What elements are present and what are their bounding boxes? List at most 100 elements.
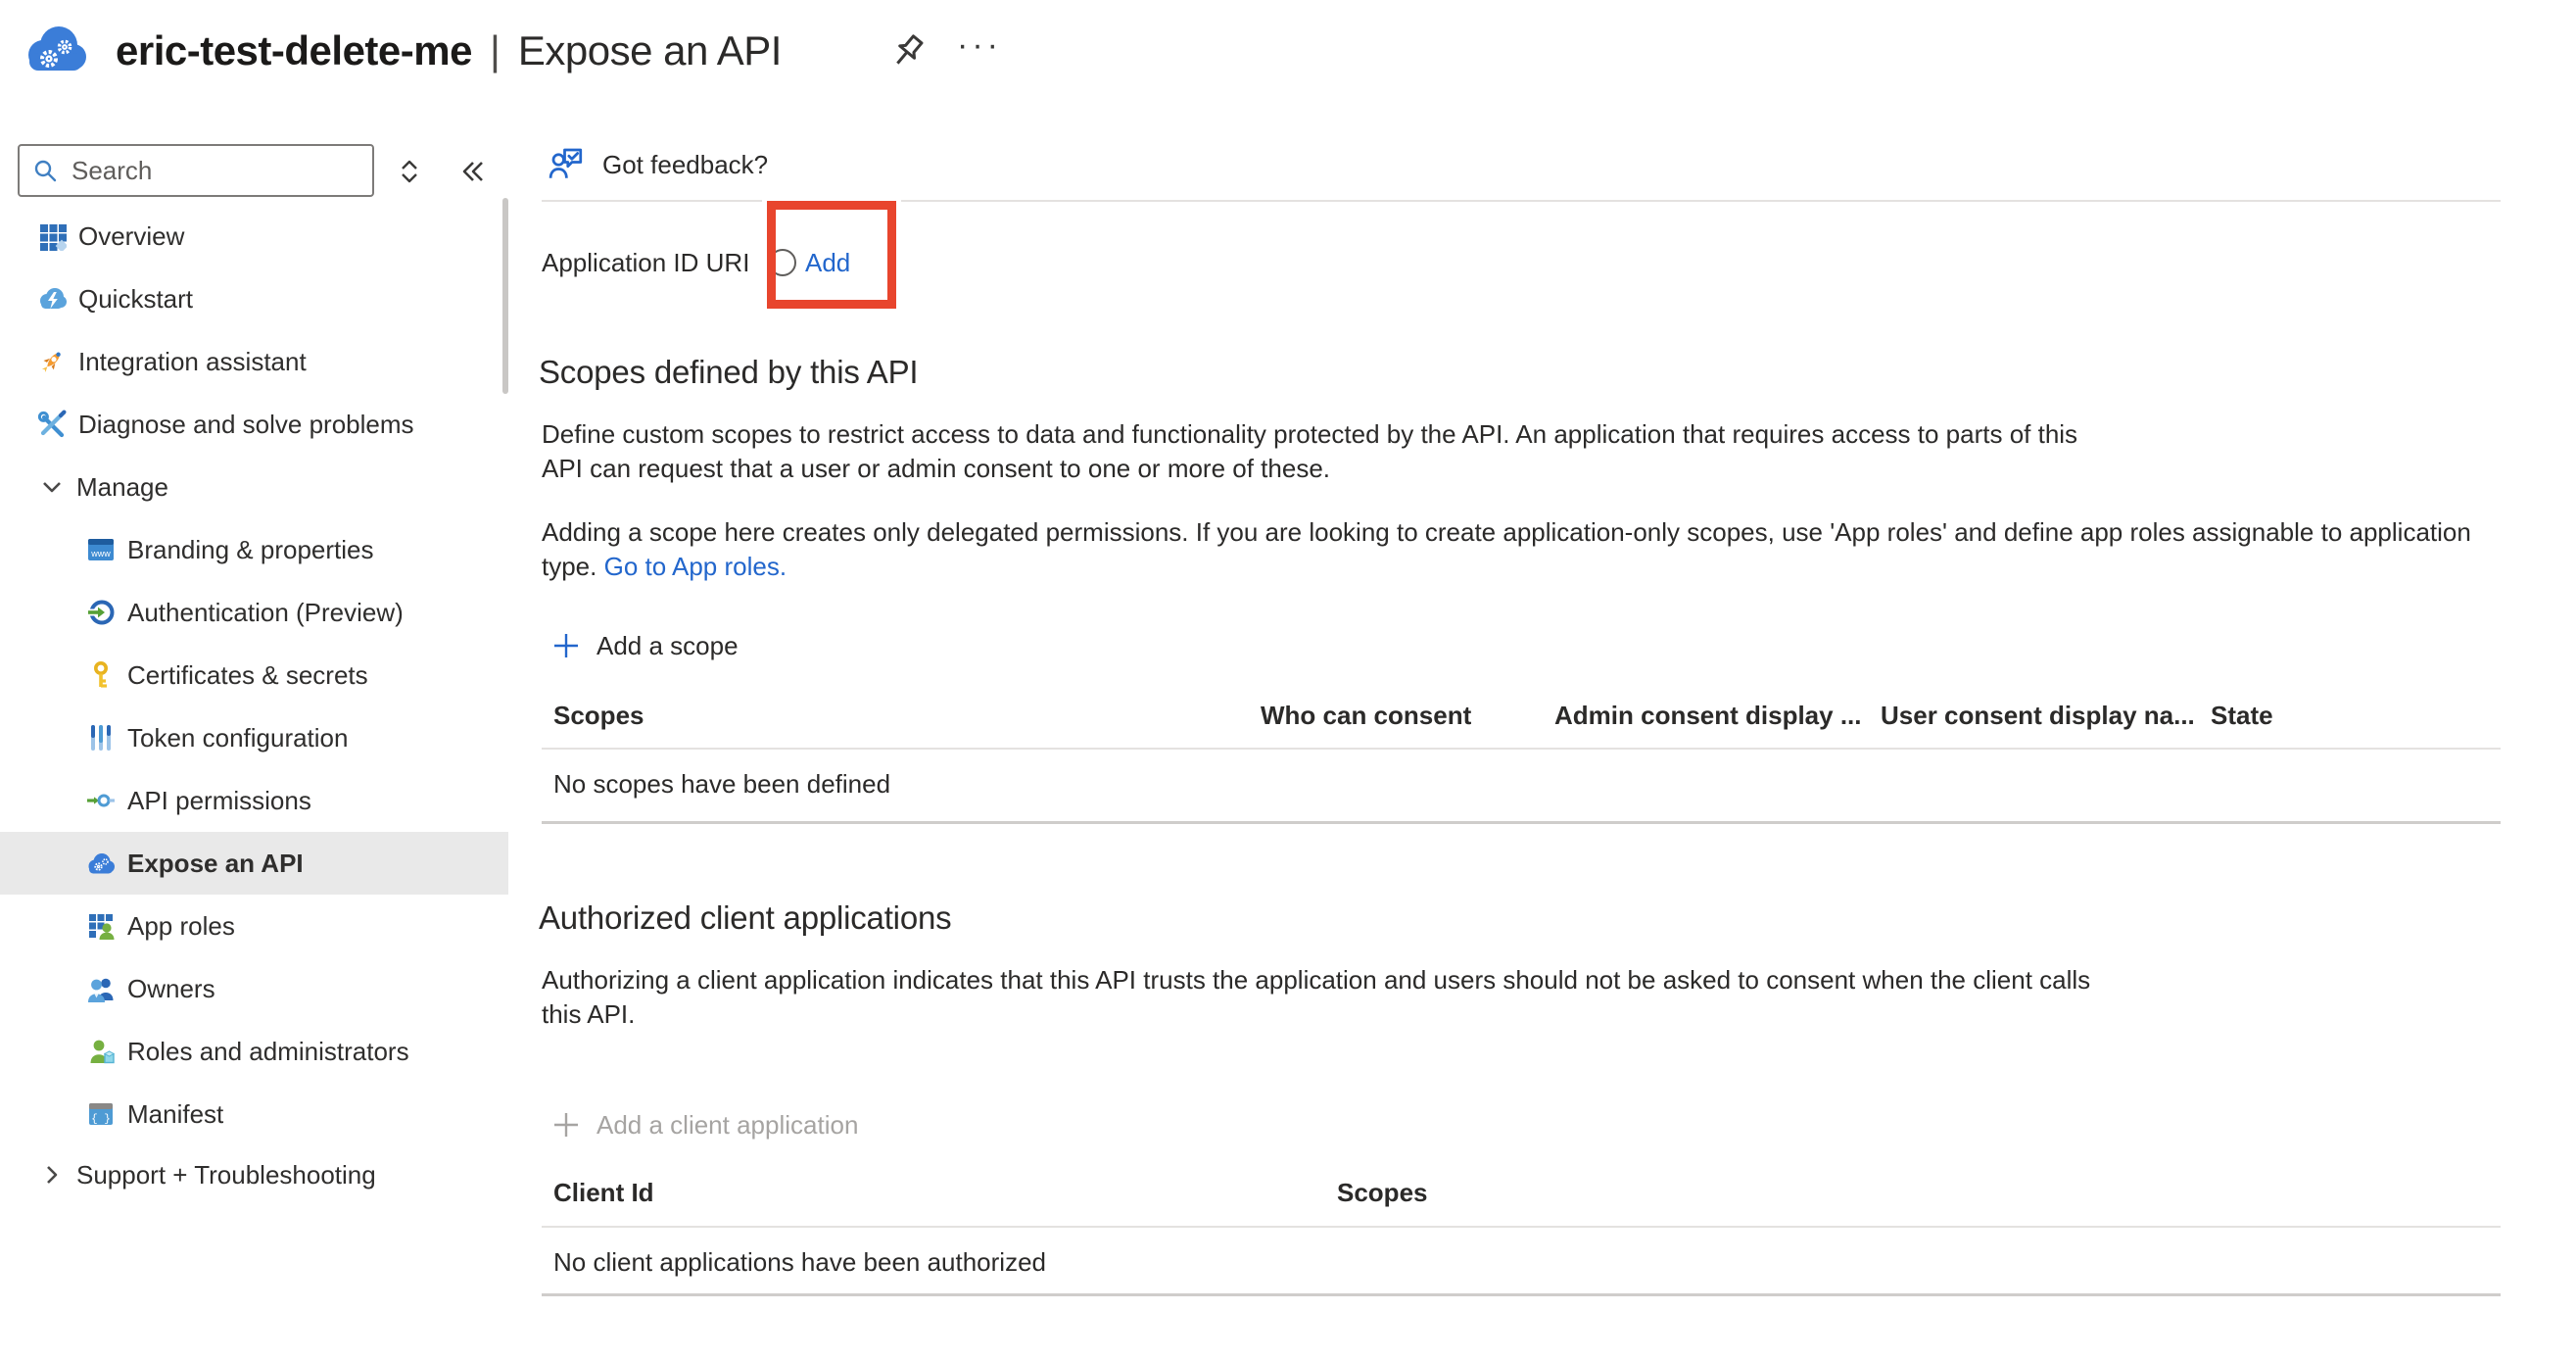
app-name: eric-test-delete-me	[116, 27, 472, 74]
column-header-client-id[interactable]: Client Id	[542, 1178, 1337, 1208]
chevron-right-icon	[37, 1160, 67, 1190]
sidebar-item-label: Expose an API	[127, 849, 304, 879]
sidebar-item-api-permissions[interactable]: API permissions	[0, 769, 508, 832]
sidebar-search[interactable]	[18, 144, 374, 197]
sidebar-item-label: Quickstart	[78, 284, 193, 315]
sidebar-item-token-configuration[interactable]: Token configuration	[0, 706, 508, 769]
sidebar-item-roles-administrators[interactable]: Roles and administrators	[0, 1020, 508, 1083]
sidebar-item-label: Overview	[78, 221, 184, 252]
chevron-down-icon	[37, 472, 67, 502]
add-a-client-application-label: Add a client application	[596, 1110, 858, 1141]
sidebar-item-integration-assistant[interactable]: Integration assistant	[0, 330, 508, 393]
expand-collapse-all-icon[interactable]	[390, 152, 429, 191]
expose-api-icon	[86, 849, 116, 878]
sidebar-item-branding[interactable]: www Branding & properties	[0, 518, 508, 581]
sidebar-item-label: Manifest	[127, 1099, 223, 1130]
search-icon	[32, 158, 58, 183]
quickstart-icon	[37, 284, 67, 314]
sidebar-item-manifest[interactable]: { } Manifest	[0, 1083, 508, 1145]
info-icon[interactable]	[767, 247, 798, 278]
feedback-icon	[548, 145, 587, 184]
sidebar-item-label: Integration assistant	[78, 347, 307, 377]
app-registration-icon	[22, 16, 88, 82]
scopes-table-bottom-divider	[542, 821, 2501, 824]
manifest-icon: { }	[86, 1099, 116, 1129]
sidebar-item-label: Certificates & secrets	[127, 660, 368, 691]
title-separator: |	[490, 27, 501, 74]
collapse-sidebar-icon[interactable]	[453, 152, 492, 191]
sidebar-item-certificates[interactable]: Certificates & secrets	[0, 644, 508, 706]
scopes-section-description: Define custom scopes to restrict access …	[542, 417, 2077, 486]
sidebar-item-diagnose[interactable]: Diagnose and solve problems	[0, 393, 508, 456]
clients-section-title: Authorized client applications	[539, 899, 951, 937]
column-header-scopes[interactable]: Scopes	[542, 701, 1261, 731]
add-a-client-application-button[interactable]: Add a client application	[551, 1103, 858, 1146]
clients-empty-message: No client applications have been authori…	[553, 1247, 1046, 1278]
plus-icon	[551, 631, 581, 660]
header-divider	[542, 200, 2501, 202]
add-a-scope-button[interactable]: Add a scope	[551, 624, 739, 667]
add-application-id-uri-link[interactable]: Add	[805, 241, 850, 284]
sidebar-group-label: Manage	[76, 472, 168, 503]
sidebar-item-label: Authentication (Preview)	[127, 598, 404, 628]
svg-text:{ }: { }	[91, 1114, 111, 1126]
page-header: eric-test-delete-me | Expose an API ···	[0, 0, 2576, 108]
column-header-admin-consent[interactable]: Admin consent display ...	[1554, 701, 1881, 731]
sidebar-item-label: Roles and administrators	[127, 1037, 409, 1067]
overview-icon	[37, 221, 67, 251]
column-header-who-can-consent[interactable]: Who can consent	[1261, 701, 1554, 731]
add-a-scope-label: Add a scope	[596, 631, 739, 661]
sidebar-item-owners[interactable]: Owners	[0, 957, 508, 1020]
clients-section-description: Authorizing a client application indicat…	[542, 963, 2090, 1032]
application-id-uri-row: Application ID URI	[542, 241, 798, 284]
go-to-app-roles-link[interactable]: Go to App roles.	[604, 552, 787, 581]
certificates-icon	[86, 660, 116, 690]
roles-admins-icon	[86, 1037, 116, 1066]
clients-table-header: Client Id Scopes	[542, 1178, 2501, 1208]
got-feedback-button[interactable]: Got feedback?	[548, 145, 768, 184]
sidebar-item-expose-an-api[interactable]: Expose an API	[0, 832, 508, 895]
sidebar-item-quickstart[interactable]: Quickstart	[0, 267, 508, 330]
sidebar: Overview Quickstart	[0, 127, 509, 1360]
scopes-empty-message: No scopes have been defined	[553, 769, 890, 800]
page-title: eric-test-delete-me | Expose an API	[116, 20, 782, 82]
sidebar-item-label: Branding & properties	[127, 535, 373, 565]
application-id-uri-label: Application ID URI	[542, 248, 749, 278]
sidebar-item-label: App roles	[127, 911, 235, 942]
authentication-icon	[86, 598, 116, 627]
scopes-table-divider	[542, 748, 2501, 750]
sidebar-group-label: Support + Troubleshooting	[76, 1160, 376, 1190]
expose-an-api-page: eric-test-delete-me | Expose an API ···	[0, 0, 2576, 1360]
search-input[interactable]	[70, 155, 348, 187]
scopes-note-text: Adding a scope here creates only delegat…	[542, 517, 2471, 581]
sidebar-item-label: Diagnose and solve problems	[78, 410, 414, 440]
sidebar-item-label: Owners	[127, 974, 215, 1004]
svg-text:www: www	[90, 549, 111, 559]
column-header-state[interactable]: State	[2211, 701, 2501, 731]
app-roles-icon	[86, 911, 116, 941]
diagnose-icon	[37, 410, 67, 439]
more-options-button[interactable]: ···	[952, 18, 1007, 73]
got-feedback-label: Got feedback?	[602, 150, 768, 180]
sidebar-item-app-roles[interactable]: App roles	[0, 895, 508, 957]
sidebar-item-label: Token configuration	[127, 723, 348, 753]
sidebar-item-label: API permissions	[127, 786, 311, 816]
sidebar-group-support-troubleshooting[interactable]: Support + Troubleshooting	[0, 1143, 508, 1206]
owners-icon	[86, 974, 116, 1003]
sidebar-item-authentication[interactable]: Authentication (Preview)	[0, 581, 508, 644]
plus-icon	[551, 1110, 581, 1140]
scopes-table-header: Scopes Who can consent Admin consent dis…	[542, 701, 2501, 731]
sidebar-group-manage[interactable]: Manage	[0, 456, 508, 518]
blade-name: Expose an API	[518, 27, 782, 74]
scopes-section-title: Scopes defined by this API	[539, 354, 918, 391]
clients-table-bottom-divider	[542, 1293, 2501, 1296]
integration-assistant-icon	[37, 347, 67, 376]
column-header-client-scopes[interactable]: Scopes	[1337, 1178, 1925, 1208]
branding-icon: www	[86, 535, 116, 564]
api-permissions-icon	[86, 786, 116, 815]
scopes-section-note: Adding a scope here creates only delegat…	[542, 515, 2471, 584]
sidebar-item-overview[interactable]: Overview	[0, 205, 508, 267]
pin-icon[interactable]	[886, 29, 930, 73]
column-header-user-consent[interactable]: User consent display na...	[1881, 701, 2211, 731]
token-configuration-icon	[86, 723, 116, 753]
